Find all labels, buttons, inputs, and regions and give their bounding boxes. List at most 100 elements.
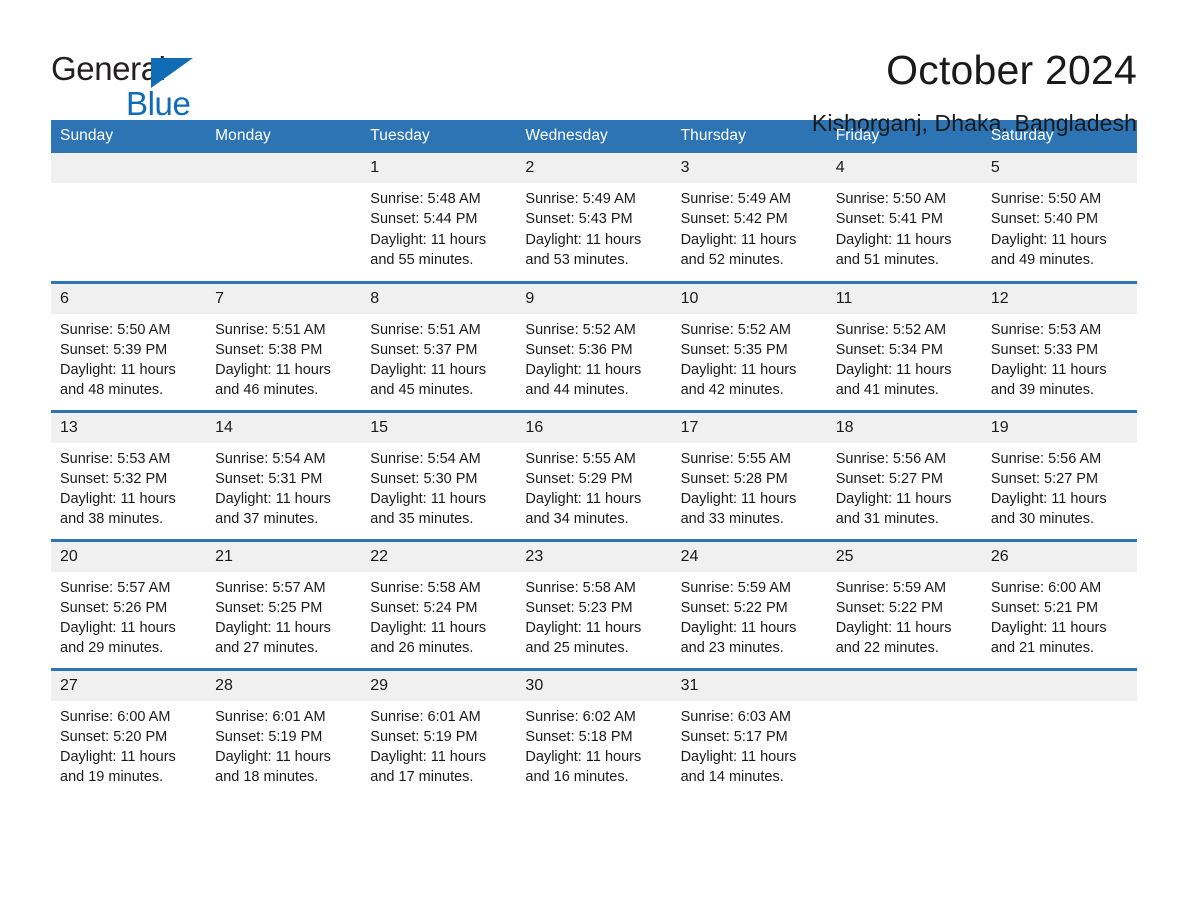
sunset-text: Sunset: 5:24 PM: [370, 599, 478, 616]
calendar-day-cell[interactable]: 19 Sunrise: 5:56 AM Sunset: 5:27 PM Dayligh…: [981, 409, 1137, 540]
calendar-day-cell-empty: [206, 153, 362, 282]
calendar-day-cell[interactable]: 14 Sunrise: 5:54 AM Sunset: 5:31 PM Dayligh…: [206, 409, 362, 540]
day-number: 19: [981, 412, 1137, 443]
calendar-day-cell[interactable]: 18 Sunrise: 5:56 AM Sunset: 5:27 PM Dayligh…: [826, 409, 982, 540]
daylight-text-line1: Daylight: 11 hours: [835, 491, 952, 508]
calendar-day-cell[interactable]: 9 Sunrise: 5:52 AM Sunset: 5:36 PM Daylight…: [516, 280, 672, 411]
calendar-day-cell[interactable]: 27 Sunrise: 6:00 AM Sunset: 5:20 PM Dayligh…: [51, 667, 207, 798]
calendar-day-cell[interactable]: 8 Sunrise: 5:51 AM Sunset: 5:37 PM Daylight…: [361, 280, 517, 411]
calendar-day-cell[interactable]: 12 Sunrise: 5:53 AM Sunset: 5:33 PM Dayligh…: [981, 280, 1137, 411]
weekday-header-tuesday: Tuesday: [361, 120, 517, 153]
calendar-day-cell[interactable]: 10 Sunrise: 5:52 AM Sunset: 5:35 PM Dayligh…: [671, 280, 827, 411]
day-details: Sunrise: 5:51 AM Sunset: 5:38 PM Daylight:…: [206, 314, 361, 401]
daylight-text-line2: and 33 minutes.: [680, 511, 784, 528]
calendar-day-cell[interactable]: 25 Sunrise: 5:59 AM Sunset: 5:22 PM Dayligh…: [826, 538, 982, 669]
daylight-text-line2: and 27 minutes.: [215, 640, 319, 657]
calendar-day-cell[interactable]: 7 Sunrise: 5:51 AM Sunset: 5:38 PM Daylight…: [206, 280, 362, 411]
calendar-day-cell[interactable]: 5 Sunrise: 5:50 AM Sunset: 5:40 PM Daylight…: [981, 153, 1137, 282]
sunset-text: Sunset: 5:27 PM: [990, 470, 1099, 487]
day-details: Sunrise: 5:53 AM Sunset: 5:33 PM Daylight:…: [982, 314, 1137, 401]
daylight-text-line1: Daylight: 11 hours: [525, 749, 642, 766]
day-details: Sunrise: 5:52 AM Sunset: 5:34 PM Daylight:…: [827, 314, 982, 401]
sunset-text: Sunset: 5:43 PM: [525, 211, 633, 228]
sunset-text: Sunset: 5:39 PM: [60, 341, 168, 358]
daylight-text-line1: Daylight: 11 hours: [525, 231, 642, 248]
calendar-day-cell[interactable]: 24 Sunrise: 5:59 AM Sunset: 5:22 PM Dayligh…: [671, 538, 827, 669]
day-details: Sunrise: 5:54 AM Sunset: 5:30 PM Daylight:…: [361, 443, 516, 530]
sunrise-text: Sunrise: 5:51 AM: [215, 321, 326, 338]
daylight-text-line1: Daylight: 11 hours: [60, 491, 176, 508]
daylight-text-line2: and 52 minutes.: [680, 251, 784, 268]
daylight-text-line1: Daylight: 11 hours: [680, 620, 797, 637]
calendar-day-cell[interactable]: 20 Sunrise: 5:57 AM Sunset: 5:26 PM Dayligh…: [51, 538, 207, 669]
sunrise-text: Sunrise: 5:55 AM: [680, 450, 791, 467]
day-details: Sunrise: 5:57 AM Sunset: 5:26 PM Daylight:…: [51, 572, 206, 659]
day-details: Sunrise: 5:52 AM Sunset: 5:35 PM Daylight:…: [672, 314, 827, 401]
calendar-day-cell[interactable]: 26 Sunrise: 6:00 AM Sunset: 5:21 PM Dayligh…: [981, 538, 1137, 669]
calendar-day-cell[interactable]: 16 Sunrise: 5:55 AM Sunset: 5:29 PM Dayligh…: [516, 409, 672, 540]
day-number: 9: [516, 283, 672, 314]
daylight-text-line2: and 14 minutes.: [680, 769, 784, 786]
calendar-day-cell[interactable]: 17 Sunrise: 5:55 AM Sunset: 5:28 PM Dayligh…: [671, 409, 827, 540]
daylight-text-line2: and 51 minutes.: [835, 251, 939, 268]
calendar-day-cell[interactable]: 13 Sunrise: 5:53 AM Sunset: 5:32 PM Dayligh…: [51, 409, 207, 540]
page-title: October 2024: [886, 47, 1137, 93]
calendar-day-cell[interactable]: 3 Sunrise: 5:49 AM Sunset: 5:42 PM Daylight…: [671, 153, 827, 282]
calendar-body: 1 Sunrise: 5:48 AM Sunset: 5:44 PM Daylight…: [51, 153, 1137, 798]
sunset-text: Sunset: 5:27 PM: [835, 470, 943, 487]
calendar-day-cell[interactable]: 29 Sunrise: 6:01 AM Sunset: 5:19 PM Dayligh…: [361, 667, 517, 798]
day-number: 21: [206, 541, 362, 572]
day-details: Sunrise: 5:53 AM Sunset: 5:32 PM Daylight:…: [51, 443, 206, 530]
sunrise-text: Sunrise: 5:51 AM: [370, 321, 481, 338]
day-number: 18: [826, 412, 982, 443]
sunset-text: Sunset: 5:34 PM: [835, 341, 943, 358]
daylight-text-line1: Daylight: 11 hours: [60, 362, 176, 379]
day-number: 27: [51, 670, 207, 701]
calendar-day-cell[interactable]: 6 Sunrise: 5:50 AM Sunset: 5:39 PM Daylight…: [51, 280, 207, 411]
daylight-text-line1: Daylight: 11 hours: [525, 362, 642, 379]
daylight-text-line1: Daylight: 11 hours: [370, 491, 487, 508]
calendar-day-cell[interactable]: 22 Sunrise: 5:58 AM Sunset: 5:24 PM Dayligh…: [361, 538, 517, 669]
calendar-day-cell[interactable]: 15 Sunrise: 5:54 AM Sunset: 5:30 PM Dayligh…: [361, 409, 517, 540]
calendar-day-cell[interactable]: 2 Sunrise: 5:49 AM Sunset: 5:43 PM Daylight…: [516, 153, 672, 282]
calendar-day-cell[interactable]: 23 Sunrise: 5:58 AM Sunset: 5:23 PM Dayligh…: [516, 538, 672, 669]
sunset-text: Sunset: 5:31 PM: [215, 470, 323, 487]
sunrise-text: Sunrise: 6:02 AM: [525, 708, 636, 725]
day-number: 26: [981, 541, 1137, 572]
day-details: Sunrise: 5:50 AM Sunset: 5:39 PM Daylight:…: [51, 314, 206, 401]
day-details: Sunrise: 6:01 AM Sunset: 5:19 PM Daylight:…: [361, 701, 516, 788]
daylight-text-line1: Daylight: 11 hours: [990, 231, 1107, 248]
calendar-day-cell[interactable]: 4 Sunrise: 5:50 AM Sunset: 5:41 PM Daylight…: [826, 153, 982, 282]
daylight-text-line2: and 17 minutes.: [370, 769, 474, 786]
calendar-day-cell[interactable]: 30 Sunrise: 6:02 AM Sunset: 5:18 PM Dayligh…: [516, 667, 672, 798]
day-details: Sunrise: 5:59 AM Sunset: 5:22 PM Daylight:…: [672, 572, 827, 659]
sunset-text: Sunset: 5:22 PM: [680, 599, 788, 616]
sunrise-text: Sunrise: 5:48 AM: [370, 191, 481, 207]
sunset-text: Sunset: 5:37 PM: [370, 341, 478, 358]
daylight-text-line1: Daylight: 11 hours: [525, 620, 642, 637]
general-blue-logo[interactable]: General Blue: [51, 44, 251, 124]
sunset-text: Sunset: 5:25 PM: [215, 599, 323, 616]
daylight-text-line1: Daylight: 11 hours: [990, 491, 1107, 508]
day-details: Sunrise: 5:56 AM Sunset: 5:27 PM Daylight:…: [827, 443, 982, 530]
calendar-day-cell[interactable]: 11 Sunrise: 5:52 AM Sunset: 5:34 PM Dayligh…: [826, 280, 982, 411]
sunrise-text: Sunrise: 5:56 AM: [990, 450, 1102, 467]
sunrise-text: Sunrise: 5:49 AM: [525, 191, 636, 207]
calendar-day-cell[interactable]: 21 Sunrise: 5:57 AM Sunset: 5:25 PM Dayligh…: [206, 538, 362, 669]
calendar-day-cell[interactable]: 31 Sunrise: 6:03 AM Sunset: 5:17 PM Dayligh…: [671, 667, 827, 798]
day-number: [206, 153, 362, 183]
day-number: [51, 153, 207, 183]
sunrise-text: Sunrise: 5:54 AM: [215, 450, 326, 467]
daylight-text-line2: and 49 minutes.: [990, 251, 1095, 268]
day-details: Sunrise: 5:50 AM Sunset: 5:41 PM Daylight:…: [827, 183, 982, 270]
calendar-day-cell[interactable]: 1 Sunrise: 5:48 AM Sunset: 5:44 PM Daylight…: [361, 153, 517, 282]
day-details: Sunrise: 5:50 AM Sunset: 5:40 PM Daylight:…: [982, 183, 1137, 270]
sunset-text: Sunset: 5:44 PM: [370, 211, 478, 228]
calendar-day-cell[interactable]: 28 Sunrise: 6:01 AM Sunset: 5:19 PM Dayligh…: [206, 667, 362, 798]
day-number: 20: [51, 541, 207, 572]
sunrise-text: Sunrise: 5:50 AM: [60, 321, 171, 338]
day-details: Sunrise: 5:56 AM Sunset: 5:27 PM Daylight:…: [982, 443, 1137, 530]
day-number: 4: [826, 153, 982, 183]
daylight-text-line1: Daylight: 11 hours: [680, 491, 797, 508]
daylight-text-line2: and 16 minutes.: [525, 769, 629, 786]
